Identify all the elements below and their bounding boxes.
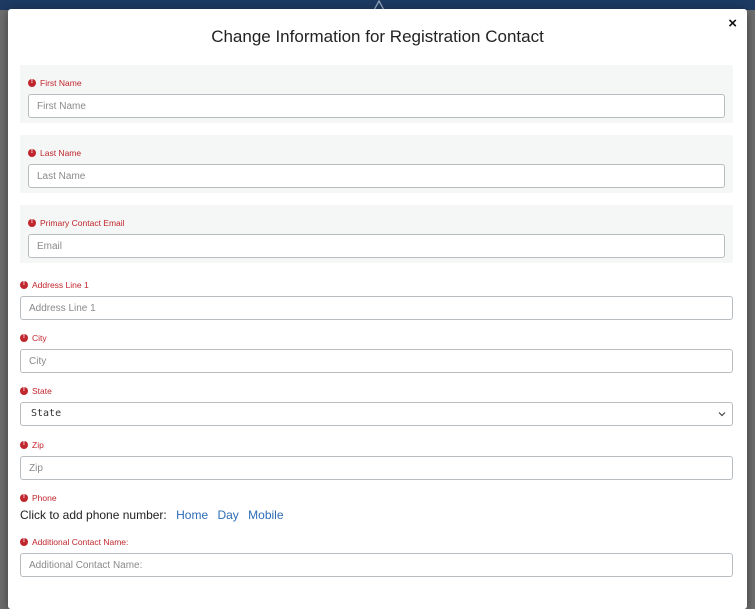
state-select[interactable]: State xyxy=(20,402,733,426)
phone-prompt: Click to add phone number: xyxy=(20,508,167,522)
last-name-group: ! Last Name xyxy=(28,147,725,188)
email-label: Primary Contact Email xyxy=(40,217,125,228)
email-input[interactable] xyxy=(28,234,725,258)
add-mobile-phone-link[interactable]: Mobile xyxy=(248,508,283,522)
zip-input[interactable] xyxy=(20,456,733,480)
first-name-group: ! First Name xyxy=(28,77,725,118)
required-icon: ! xyxy=(20,493,28,502)
change-contact-modal: × Change Information for Registration Co… xyxy=(8,9,747,609)
additional-contact-label: Additional Contact Name: xyxy=(32,536,129,547)
phone-label: Phone xyxy=(32,492,57,503)
required-icon: ! xyxy=(28,218,36,227)
zip-label: Zip xyxy=(32,439,44,450)
chevron-down-icon xyxy=(718,412,726,417)
first-name-label: First Name xyxy=(40,77,82,88)
phone-group: ! Phone Click to add phone number: Home … xyxy=(20,492,733,522)
required-icon: ! xyxy=(20,333,28,342)
required-icon: ! xyxy=(28,78,36,87)
state-label: State xyxy=(32,385,52,396)
zip-group: ! Zip xyxy=(20,439,733,480)
required-icon: ! xyxy=(20,440,28,449)
city-group: ! City xyxy=(20,332,733,373)
additional-contact-group: ! Additional Contact Name: xyxy=(20,536,733,577)
required-icon: ! xyxy=(28,148,36,157)
additional-contact-input[interactable] xyxy=(20,553,733,577)
last-name-input[interactable] xyxy=(28,164,725,188)
required-icon: ! xyxy=(20,280,28,289)
state-group: ! State State xyxy=(20,385,733,426)
address-line-1-group: ! Address Line 1 xyxy=(20,279,733,320)
address-line-1-input[interactable] xyxy=(20,296,733,320)
last-name-label: Last Name xyxy=(40,147,82,158)
first-name-input[interactable] xyxy=(28,94,725,118)
add-day-phone-link[interactable]: Day xyxy=(217,508,238,522)
address-line-1-label: Address Line 1 xyxy=(32,279,89,290)
add-home-phone-link[interactable]: Home xyxy=(176,508,208,522)
required-icon: ! xyxy=(20,386,28,395)
phone-add-line: Click to add phone number: Home Day Mobi… xyxy=(20,508,733,522)
state-selected-value: State xyxy=(31,408,62,419)
city-label: City xyxy=(32,332,47,343)
city-input[interactable] xyxy=(20,349,733,373)
email-group: ! Primary Contact Email xyxy=(28,217,725,258)
modal-title: Change Information for Registration Cont… xyxy=(211,27,544,46)
required-icon: ! xyxy=(20,537,28,546)
